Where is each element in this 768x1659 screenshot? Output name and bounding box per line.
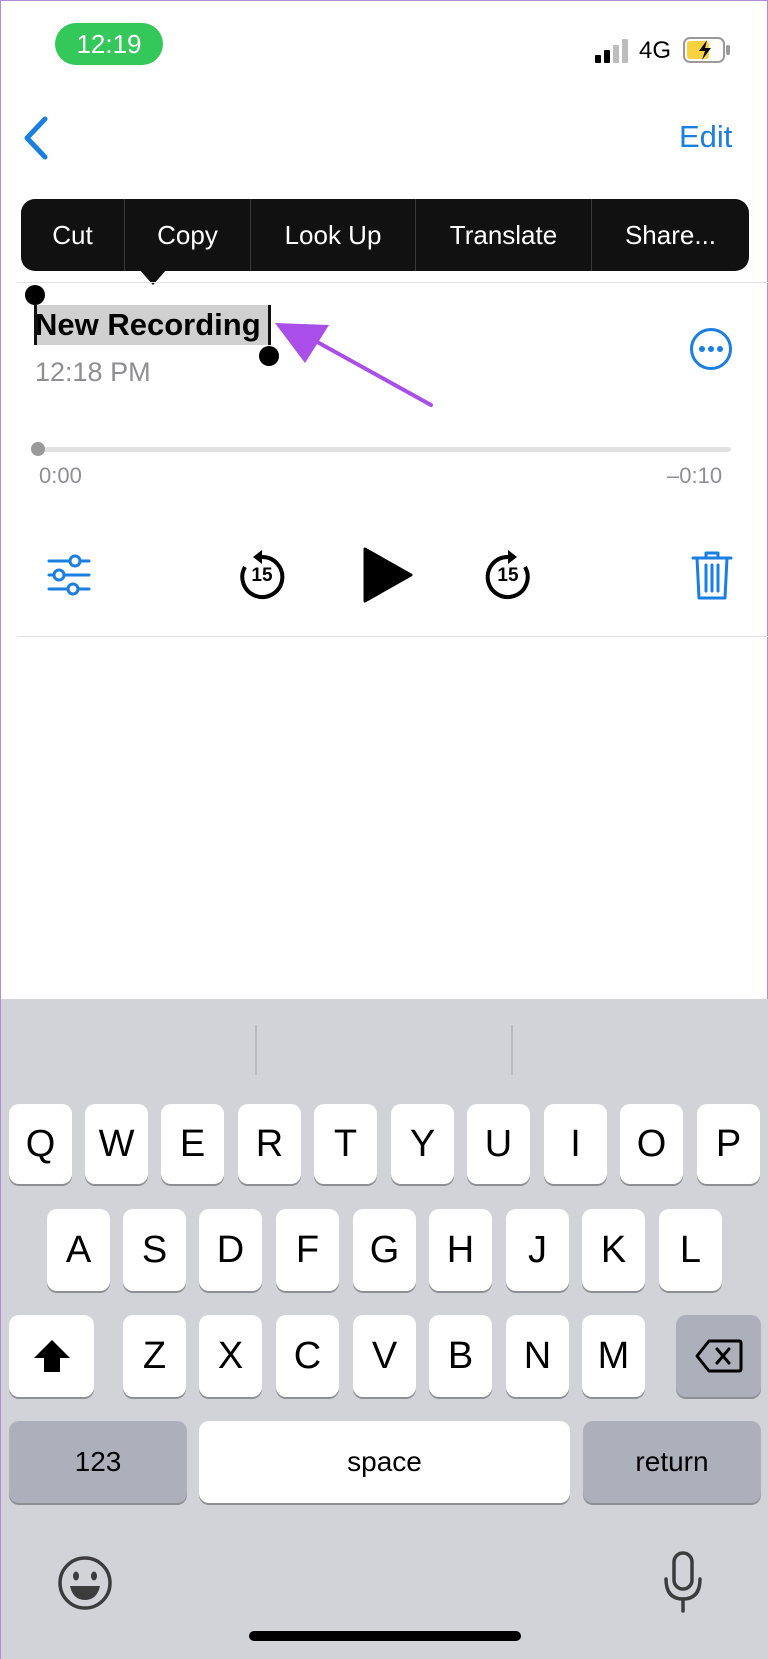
recording-date: 12:18 PM	[35, 357, 151, 387]
key-t[interactable]: T	[314, 1104, 377, 1184]
remaining-time: –0:10	[667, 463, 723, 488]
key-h[interactable]: H	[429, 1209, 492, 1291]
key-l[interactable]: L	[659, 1209, 722, 1291]
key-n[interactable]: N	[506, 1315, 569, 1397]
status-time: 12:19	[55, 23, 163, 65]
recording-title-field[interactable]: New Recording	[35, 305, 261, 345]
emoji-icon[interactable]	[57, 1555, 113, 1611]
key-z[interactable]: Z	[123, 1315, 186, 1397]
play-icon[interactable]	[361, 547, 413, 603]
suggestion-divider	[255, 1025, 257, 1075]
selection-start-handle[interactable]	[25, 285, 45, 305]
key-c[interactable]: C	[276, 1315, 339, 1397]
sliders-icon[interactable]	[47, 553, 91, 597]
back-button[interactable]	[17, 113, 57, 163]
key-x[interactable]: X	[199, 1315, 262, 1397]
skip-forward-label: 15	[497, 565, 519, 586]
key-p[interactable]: P	[697, 1104, 760, 1184]
skip-forward-15-button[interactable]: 15	[483, 549, 533, 603]
key-o[interactable]: O	[620, 1104, 683, 1184]
ellipsis-circle-icon[interactable]	[689, 327, 733, 371]
space-key[interactable]: space	[199, 1421, 570, 1503]
key-e[interactable]: E	[161, 1104, 224, 1184]
key-d[interactable]: D	[199, 1209, 262, 1291]
share-menu-item[interactable]: Share...	[592, 199, 749, 271]
key-m[interactable]: M	[582, 1315, 645, 1397]
playback-scrubber-handle[interactable]	[31, 442, 45, 456]
key-g[interactable]: G	[353, 1209, 416, 1291]
key-j[interactable]: J	[506, 1209, 569, 1291]
key-v[interactable]: V	[353, 1315, 416, 1397]
key-f[interactable]: F	[276, 1209, 339, 1291]
suggestion-divider	[511, 1025, 513, 1075]
key-k[interactable]: K	[582, 1209, 645, 1291]
copy-menu-item[interactable]: Copy	[125, 199, 251, 271]
delete-key[interactable]	[676, 1315, 761, 1397]
home-indicator	[249, 1631, 521, 1641]
playback-progress-track[interactable]	[37, 447, 731, 452]
look-up-menu-item[interactable]: Look Up	[251, 199, 416, 271]
network-type: 4G	[639, 37, 672, 64]
skip-back-label: 15	[251, 565, 273, 586]
skip-back-15-button[interactable]: 15	[237, 549, 287, 603]
elapsed-time: 0:00	[39, 463, 82, 488]
cellular-signal-icon	[595, 39, 628, 63]
text-context-menu: Cut Copy Look Up Translate Share...	[21, 199, 749, 271]
delete-backward-icon	[695, 1339, 742, 1373]
cut-menu-item[interactable]: Cut	[21, 199, 125, 271]
battery-charging-icon	[683, 37, 730, 63]
key-s[interactable]: S	[123, 1209, 186, 1291]
translate-menu-item[interactable]: Translate	[416, 199, 592, 271]
key-i[interactable]: I	[544, 1104, 607, 1184]
annotation-arrow-icon	[275, 323, 433, 407]
key-b[interactable]: B	[429, 1315, 492, 1397]
divider	[17, 636, 768, 637]
selection-start-cursor	[34, 305, 37, 345]
numbers-key[interactable]: 123	[9, 1421, 187, 1503]
trash-icon[interactable]	[691, 549, 733, 601]
key-q[interactable]: Q	[9, 1104, 72, 1184]
return-key[interactable]: return	[583, 1421, 761, 1503]
edit-button[interactable]: Edit	[679, 119, 732, 155]
key-a[interactable]: A	[47, 1209, 110, 1291]
key-r[interactable]: R	[238, 1104, 301, 1184]
microphone-icon[interactable]	[663, 1551, 703, 1613]
key-w[interactable]: W	[85, 1104, 148, 1184]
key-u[interactable]: U	[467, 1104, 530, 1184]
divider	[17, 282, 768, 283]
shift-key[interactable]	[9, 1315, 94, 1397]
shift-icon	[33, 1340, 70, 1372]
key-y[interactable]: Y	[391, 1104, 454, 1184]
